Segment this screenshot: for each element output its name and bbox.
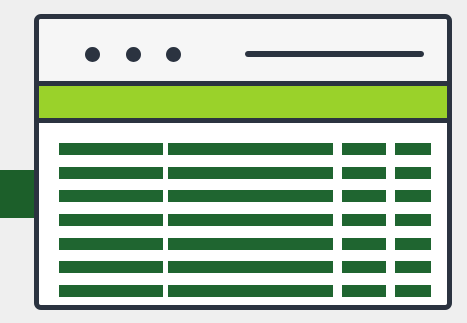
table-cell-placeholder xyxy=(395,237,431,250)
table-row xyxy=(59,166,439,179)
window-dot-icon xyxy=(85,47,100,62)
table-cell-placeholder xyxy=(395,143,431,155)
table-cell-placeholder xyxy=(395,261,431,274)
table-cell-placeholder xyxy=(59,166,163,179)
table-row xyxy=(59,143,439,155)
table-cell-placeholder xyxy=(342,261,386,274)
table-cell-placeholder xyxy=(395,166,431,179)
table-cell-placeholder xyxy=(59,214,163,227)
table-cell-placeholder xyxy=(168,190,333,203)
table-cell-placeholder xyxy=(342,190,386,203)
table-cell-placeholder xyxy=(342,285,386,298)
table-cell-placeholder xyxy=(395,214,431,227)
table-cell-placeholder xyxy=(59,143,163,155)
table-row xyxy=(59,285,439,298)
table-cell-placeholder xyxy=(59,190,163,203)
table-cell-placeholder xyxy=(342,237,386,250)
header-band xyxy=(39,86,447,123)
table-cell-placeholder xyxy=(342,166,386,179)
table-cell-placeholder xyxy=(342,143,386,155)
table-row xyxy=(59,261,439,274)
window-dot-icon xyxy=(166,47,181,62)
table-row xyxy=(59,237,439,250)
address-bar xyxy=(245,51,424,57)
table-cell-placeholder xyxy=(168,166,333,179)
table-cell-placeholder xyxy=(342,214,386,227)
table-cell-placeholder xyxy=(395,285,431,298)
table-cell-placeholder xyxy=(59,285,163,298)
title-bar xyxy=(39,19,447,86)
table-row xyxy=(59,214,439,227)
table-row xyxy=(59,190,439,203)
side-accent-block xyxy=(0,170,38,218)
table-cell-placeholder xyxy=(395,190,431,203)
table-cell-placeholder xyxy=(59,261,163,274)
table-cell-placeholder xyxy=(59,237,163,250)
window-dot-icon xyxy=(126,47,141,62)
table-cell-placeholder xyxy=(168,143,333,155)
table-cell-placeholder xyxy=(168,237,333,250)
table-cell-placeholder xyxy=(168,214,333,227)
table-cell-placeholder xyxy=(168,285,333,298)
table-cell-placeholder xyxy=(168,261,333,274)
browser-window xyxy=(34,14,452,310)
data-table xyxy=(59,143,439,305)
